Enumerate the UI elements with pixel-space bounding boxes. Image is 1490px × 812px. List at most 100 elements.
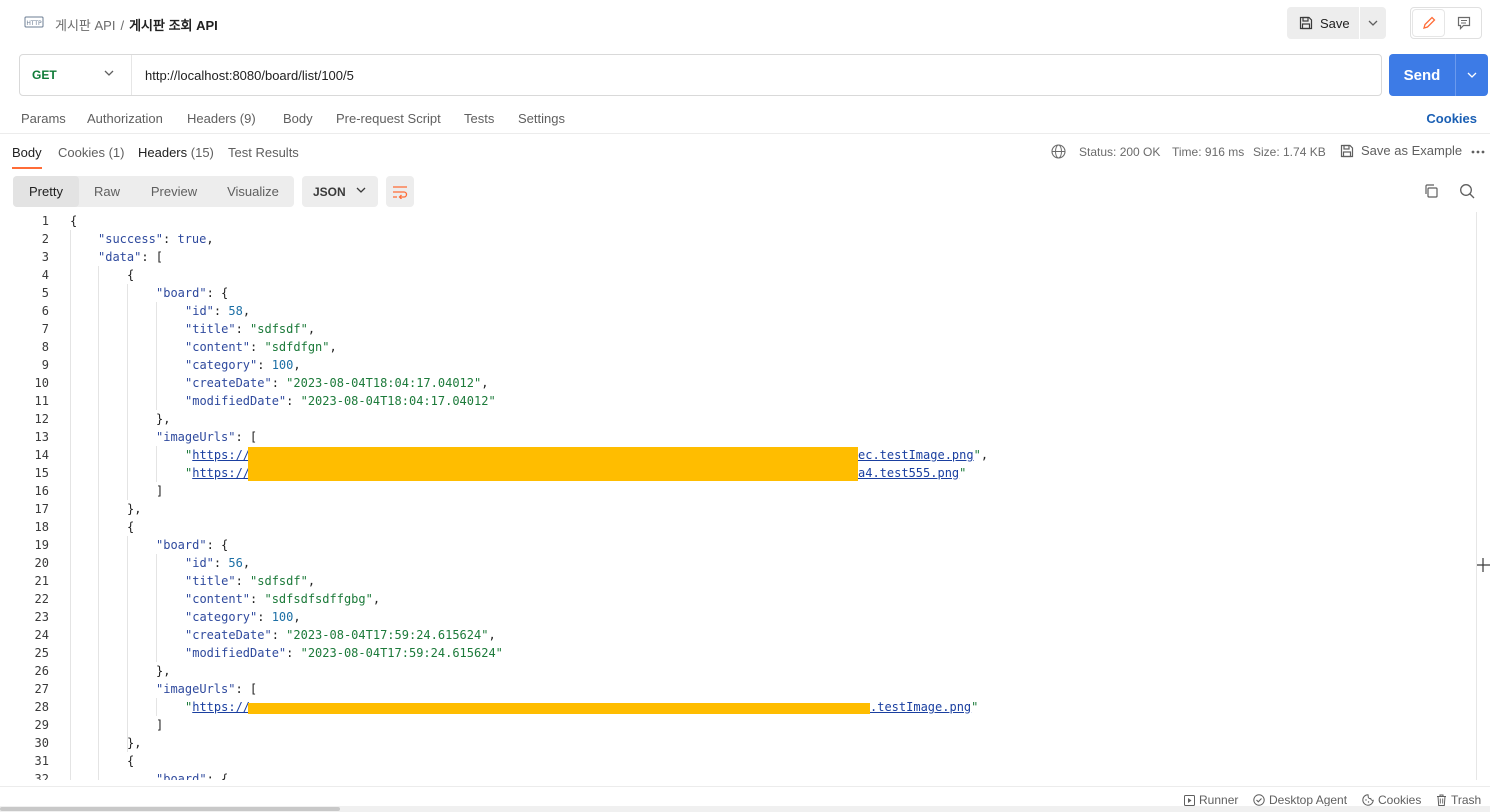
runner-label: Runner	[1199, 793, 1239, 807]
breadcrumb-parent[interactable]: 게시판 API	[55, 18, 115, 33]
image-url-link[interactable]: https://	[192, 466, 250, 480]
tab-headers-label: Headers	[187, 111, 237, 126]
response-tab-cookies-count: (1)	[108, 145, 125, 160]
breadcrumb-current[interactable]: 게시판 조회 API	[129, 18, 218, 33]
code-line: 17},	[34, 502, 142, 516]
tab-headers[interactable]: Headers (9)	[187, 111, 256, 126]
search-icon[interactable]	[1459, 183, 1475, 199]
code-line: 16]	[34, 484, 164, 498]
save-options-button[interactable]	[1360, 7, 1386, 39]
image-url-link[interactable]: .testImage.png	[870, 700, 971, 714]
chevron-down-icon	[1467, 72, 1477, 78]
wrap-lines-button[interactable]	[386, 176, 414, 207]
http-request-icon: HTTP	[24, 16, 44, 28]
tab-settings[interactable]: Settings	[518, 111, 565, 126]
chevron-down-icon	[104, 70, 114, 76]
code-line: 29]	[34, 718, 164, 732]
response-status[interactable]: Status: 200 OK	[1079, 145, 1160, 159]
code-line: 7 "title": "sdfsdf",	[41, 322, 316, 336]
code-line: 18{	[34, 520, 135, 534]
send-options-button[interactable]	[1456, 54, 1488, 96]
response-time[interactable]: Time: 916 ms	[1172, 145, 1244, 159]
image-url-link[interactable]: https://	[192, 448, 250, 462]
tab-prerequest-script[interactable]: Pre-request Script	[336, 111, 441, 126]
response-size[interactable]: Size: 1.74 KB	[1253, 145, 1326, 159]
method-label: GET	[32, 68, 57, 82]
format-label: JSON	[313, 184, 346, 199]
response-tab-cookies-label: Cookies	[58, 145, 105, 160]
code-line: 20 "id": 56,	[34, 556, 251, 570]
send-button-group: Send	[1389, 54, 1488, 96]
comments-mode-button[interactable]	[1448, 10, 1479, 36]
request-tabs: Params Authorization Headers (9) Body Pr…	[0, 104, 1490, 134]
edit-mode-button[interactable]	[1413, 10, 1444, 36]
desktop-agent-button[interactable]: Desktop Agent	[1253, 793, 1347, 807]
image-url-link[interactable]: https://	[192, 700, 250, 714]
code-line: 3 "data": [	[41, 250, 164, 264]
desktop-agent-label: Desktop Agent	[1269, 793, 1348, 807]
view-raw-button[interactable]: Raw	[87, 176, 127, 207]
view-preview-button[interactable]: Preview	[143, 176, 205, 207]
play-icon	[1184, 794, 1195, 806]
cookie-icon	[1362, 794, 1374, 806]
code-line: 31{	[34, 754, 135, 768]
image-url-link[interactable]: ec.testImage.png	[858, 448, 974, 462]
code-line: 6 "id": 58,	[41, 304, 251, 318]
save-as-example-button[interactable]: Save as Example	[1340, 143, 1462, 158]
code-line: 11 "modifiedDate": "2023-08-04T18:04:17.0…	[34, 394, 496, 408]
view-visualize-button[interactable]: Visualize	[219, 176, 287, 207]
view-pretty-button[interactable]: Pretty	[13, 176, 79, 207]
url-input[interactable]	[132, 55, 1381, 95]
runner-button[interactable]: Runner	[1184, 793, 1238, 807]
response-tab-headers[interactable]: Headers (15)	[138, 145, 214, 160]
response-body-editor[interactable]: 1{ 2 "success": true, 3 "data": [ 4{ 5 "boa…	[0, 212, 1476, 780]
redaction-block	[248, 447, 858, 481]
response-tab-cookies[interactable]: Cookies (1)	[58, 145, 124, 160]
pane-resize-handle[interactable]	[1476, 558, 1490, 572]
code-line: 22 "content": "sdfsdfsdffgbg",	[34, 592, 381, 606]
cookies-status-button[interactable]: Cookies	[1362, 793, 1421, 807]
code-line: 25 "modifiedDate": "2023-08-04T17:59:24.6…	[34, 646, 503, 660]
more-options-icon[interactable]	[1471, 150, 1485, 154]
save-button[interactable]: Save	[1287, 7, 1359, 39]
save-icon	[1340, 144, 1354, 157]
tab-params[interactable]: Params	[21, 111, 66, 126]
response-tab-headers-count: (15)	[190, 145, 214, 160]
copy-icon[interactable]	[1423, 183, 1439, 199]
request-url-bar: GET	[19, 54, 1382, 96]
tab-authorization[interactable]: Authorization	[87, 111, 163, 126]
tab-headers-count: (9)	[239, 111, 256, 126]
tab-tests[interactable]: Tests	[464, 111, 494, 126]
code-line: 19 "board": {	[34, 538, 229, 552]
wrap-lines-icon	[393, 185, 408, 199]
editor-scrollbar[interactable]	[1476, 212, 1477, 780]
breadcrumb: 게시판 API / 게시판 조회 API	[55, 15, 218, 34]
chevron-down-icon	[356, 187, 366, 193]
response-tabs: Body Cookies (1) Headers (15) Test Resul…	[0, 136, 1490, 169]
format-select[interactable]: JSON	[302, 176, 378, 207]
tab-body[interactable]: Body	[283, 111, 313, 126]
response-view-toolbar: Pretty Raw Preview Visualize JSON	[0, 176, 1490, 208]
horizontal-scrollbar[interactable]	[0, 806, 1490, 812]
send-button[interactable]: Send	[1389, 54, 1455, 96]
globe-icon[interactable]	[1051, 144, 1066, 159]
comment-icon	[1457, 16, 1470, 30]
image-url-link[interactable]: a4.test555.png	[858, 466, 959, 480]
code-line: 24 "createDate": "2023-08-04T17:59:24.615…	[34, 628, 496, 642]
save-as-example-label: Save as Example	[1361, 143, 1463, 158]
response-tab-test-results[interactable]: Test Results	[228, 145, 299, 160]
response-tab-body[interactable]: Body	[12, 145, 42, 169]
save-icon	[1299, 16, 1313, 30]
trash-button[interactable]: Trash	[1436, 793, 1481, 807]
code-line: 8 "content": "sdfdfgn",	[41, 340, 337, 354]
cookies-link[interactable]: Cookies	[1426, 111, 1477, 126]
redaction-block	[248, 703, 870, 714]
code-line: 10 "createDate": "2023-08-04T18:04:17.040…	[34, 376, 489, 390]
top-bar: HTTP 게시판 API / 게시판 조회 API Save	[0, 0, 1490, 46]
code-line: 21 "title": "sdfsdf",	[34, 574, 316, 588]
save-button-group: Save	[1287, 7, 1386, 39]
trash-icon	[1437, 794, 1446, 806]
horizontal-scrollbar-thumb[interactable]	[0, 807, 340, 811]
method-select[interactable]: GET	[20, 55, 132, 95]
trash-label: Trash	[1451, 793, 1482, 807]
